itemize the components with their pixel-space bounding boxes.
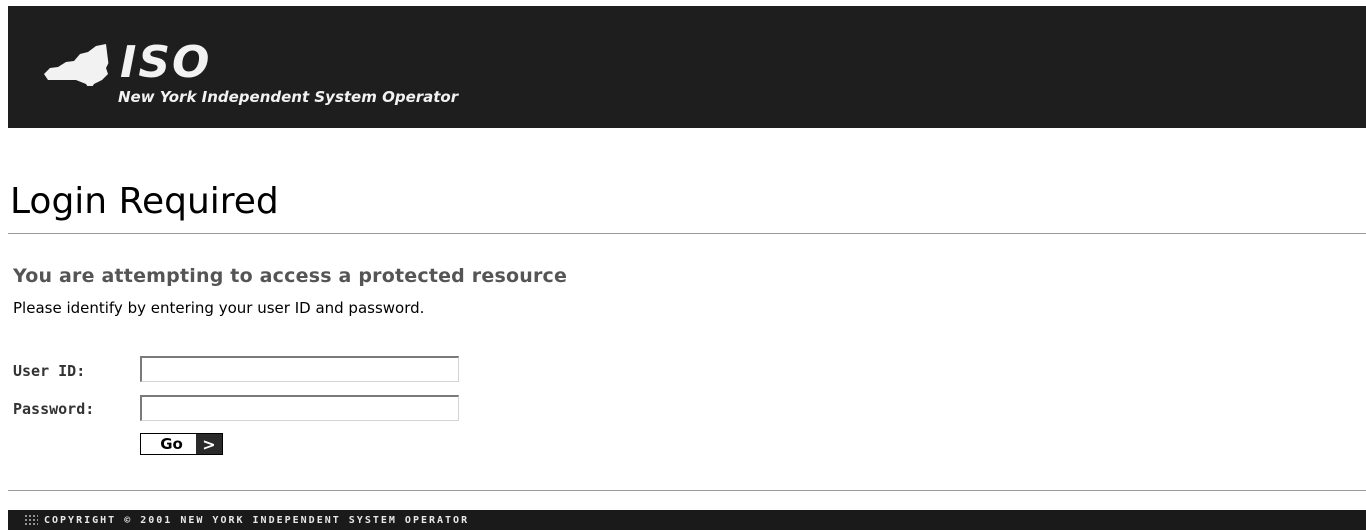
- page-title: Login Required: [10, 181, 279, 222]
- divider: [8, 490, 1366, 491]
- dots-grid-icon: [24, 514, 38, 526]
- password-label: Password:: [13, 400, 95, 418]
- divider: [8, 233, 1366, 234]
- nyiso-logo[interactable]: ISO New York Independent System Operator: [36, 40, 536, 110]
- login-instructions: Please identify by entering your user ID…: [13, 299, 425, 317]
- site-header: ISO New York Independent System Operator: [8, 6, 1366, 128]
- arrow-right-icon: >: [196, 434, 222, 454]
- logo-wordmark: ISO: [120, 37, 212, 88]
- copyright-text: COPYRIGHT © 2001 NEW YORK INDEPENDENT SY…: [44, 514, 470, 526]
- user-id-input[interactable]: [140, 356, 459, 382]
- user-id-label: User ID:: [13, 362, 86, 380]
- organization-name: New York Independent System Operator: [118, 88, 459, 106]
- site-footer: COPYRIGHT © 2001 NEW YORK INDEPENDENT SY…: [8, 510, 1366, 530]
- password-input[interactable]: [140, 395, 459, 421]
- go-button[interactable]: Go >: [140, 433, 223, 455]
- go-button-label: Go: [160, 435, 183, 453]
- protected-resource-heading: You are attempting to access a protected…: [13, 265, 568, 287]
